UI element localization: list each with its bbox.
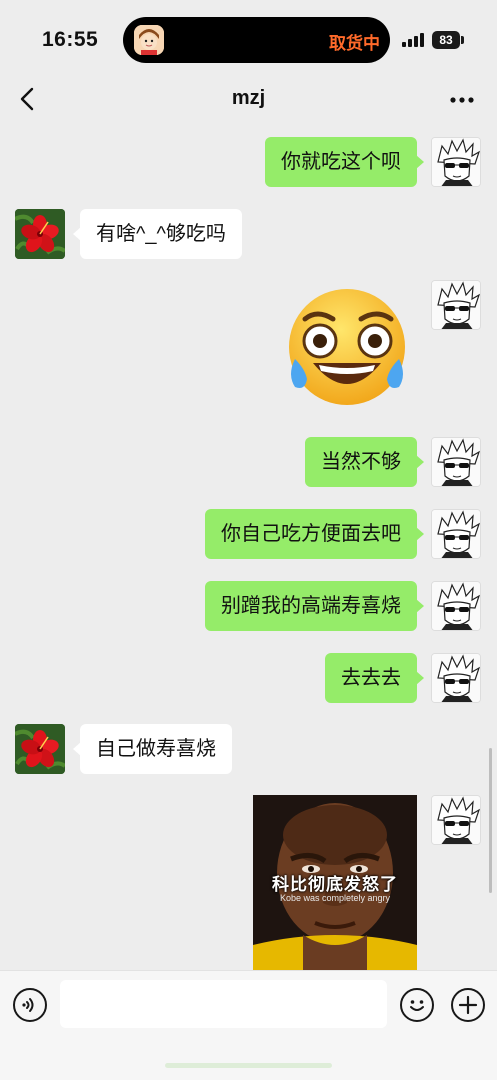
chat-title: mzj [231,87,266,109]
my-avatar[interactable] [431,280,481,330]
message-input[interactable] [60,980,387,1028]
emoji-icon[interactable] [400,988,434,1022]
home-indicator [165,1063,332,1068]
battery-icon: 83 [432,31,460,49]
message-list[interactable]: 你就吃这个呗 有啥^_^够吃吗 当然不够 你自己吃方便面去吧 别蹭我的高端寿喜烧… [0,132,497,970]
message-bubble-sent[interactable]: 你就吃这个呗 [265,137,424,187]
message-bubble-sent[interactable]: 你自己吃方便面去吧 [205,509,424,559]
chat-scrollbar[interactable] [489,748,492,893]
message-bubble-received[interactable]: 自己做寿喜烧 [73,724,232,774]
battery-tip [461,36,464,44]
image-message[interactable]: 科比彻底发怒了 Kobe was completely angry [253,795,417,970]
my-avatar[interactable] [431,795,481,845]
my-avatar[interactable] [431,653,481,703]
contact-avatar[interactable] [15,724,65,774]
my-avatar[interactable] [431,137,481,187]
image-caption-chinese: 科比彻底发怒了 [272,875,398,894]
contact-avatar[interactable] [15,209,65,259]
more-dots-icon[interactable] [448,90,476,110]
status-time: 16:55 [42,28,99,51]
message-bubble-sent[interactable]: 当然不够 [305,437,424,487]
plus-icon[interactable] [451,988,485,1022]
laughing-crying-emoji-sticker[interactable] [285,287,415,407]
dynamic-island[interactable]: 取货中 [123,17,390,63]
signal-icon [402,33,424,47]
chat-header: mzj [0,70,497,132]
delivery-app-icon [134,25,164,55]
my-avatar[interactable] [431,437,481,487]
voice-icon[interactable] [13,988,47,1022]
image-caption-english: Kobe was completely angry [279,893,391,903]
status-bar: 16:55 取货中 83 [0,0,497,70]
my-avatar[interactable] [431,581,481,631]
my-avatar[interactable] [431,509,481,559]
delivery-status-text: 取货中 [329,34,380,53]
message-bubble-sent[interactable]: 别蹭我的高端寿喜烧 [205,581,424,631]
message-bubble-received[interactable]: 有啥^_^够吃吗 [73,209,242,259]
message-bubble-sent[interactable]: 去去去 [325,653,424,703]
